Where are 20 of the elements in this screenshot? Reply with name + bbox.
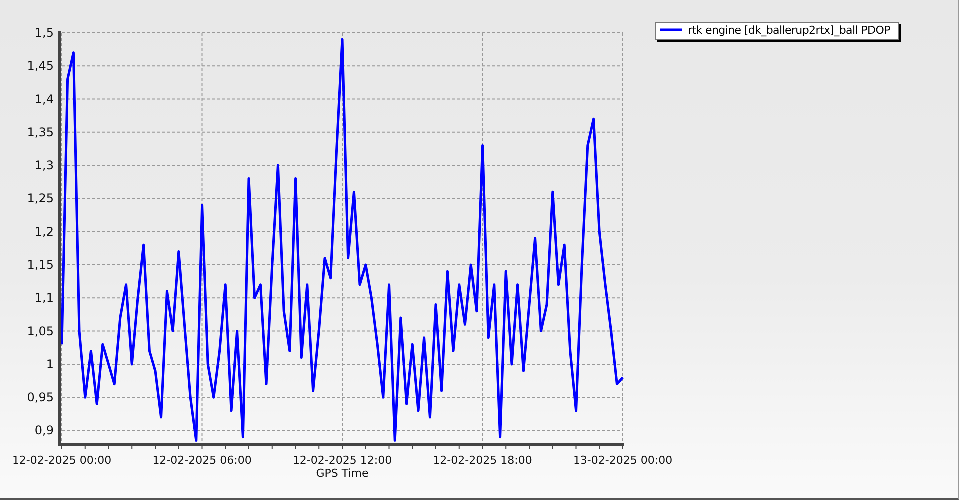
x-tick-label: 12-02-2025 18:00	[433, 454, 532, 467]
legend-label: rtk engine [dk_ballerup2rtx]_ball PDOP	[688, 24, 890, 36]
x-tick-label: 12-02-2025 00:00	[12, 454, 112, 467]
y-tick-label: 0,95	[27, 390, 54, 405]
x-tick-label: 12-02-2025 12:00	[292, 454, 392, 467]
y-tick-label: 1,35	[27, 125, 54, 140]
y-tick-label: 1,3	[34, 158, 54, 173]
y-tick-label: 1,1	[34, 291, 54, 306]
y-tick-label: 1	[46, 357, 54, 372]
x-axis-title: GPS Time	[316, 467, 369, 480]
y-tick-label: 1,4	[34, 92, 54, 106]
y-tick-label: 1,45	[27, 59, 54, 74]
y-tick-label: 0,9	[34, 424, 54, 438]
y-tick-label: 1,25	[27, 192, 54, 206]
y-tick-label: 1,15	[27, 258, 54, 272]
y-tick-label: 1,05	[27, 324, 54, 338]
x-tick-label: 12-02-2025 06:00	[152, 454, 252, 467]
y-tick-label: 1,2	[34, 224, 54, 239]
y-tick-label: 1,5	[34, 26, 54, 40]
x-tick-label: 13-02-2025 00:00	[573, 454, 673, 467]
